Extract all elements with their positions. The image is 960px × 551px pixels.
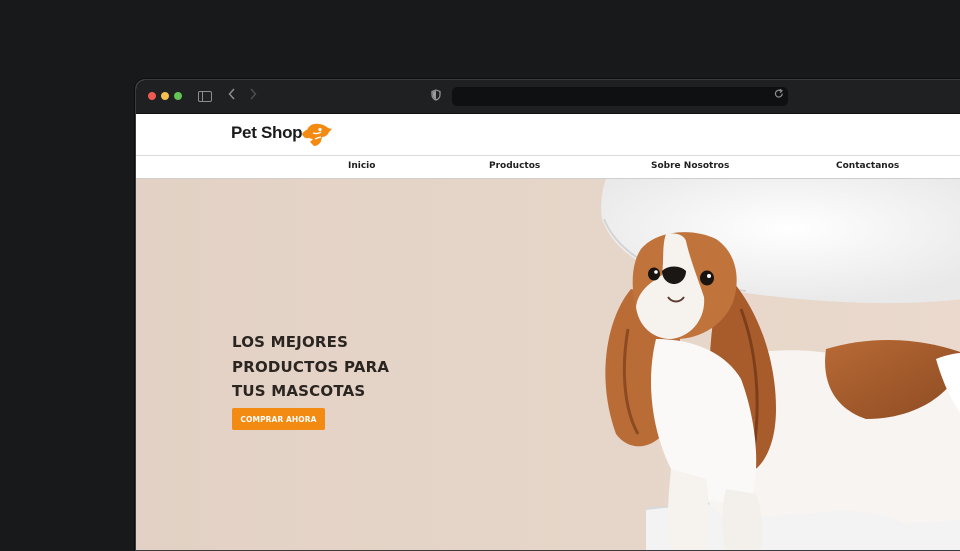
shield-icon[interactable]: [431, 89, 441, 106]
site-header: Pet Shop: [136, 114, 960, 156]
minimize-window-button[interactable]: [161, 92, 169, 100]
reload-icon[interactable]: [774, 88, 784, 103]
nav-item-contactanos[interactable]: Contactanos: [836, 161, 899, 171]
buy-now-button[interactable]: COMPRAR AHORA: [232, 408, 325, 430]
nav-item-sobre-nosotros[interactable]: Sobre Nosotros: [651, 161, 729, 171]
address-bar[interactable]: [452, 87, 788, 106]
hero-title: LOS MEJORES PRODUCTOS PARA TUS MASCOTAS: [232, 330, 432, 404]
hero-dog-image: [601, 179, 960, 550]
sidebar-icon[interactable]: [198, 91, 212, 102]
dog-head-icon[interactable]: [301, 120, 333, 148]
maximize-window-button[interactable]: [174, 92, 182, 100]
back-arrow-icon[interactable]: [228, 88, 236, 105]
hero-title-line: LOS MEJORES: [232, 333, 349, 351]
nav-item-inicio[interactable]: Inicio: [348, 161, 375, 171]
forward-arrow-icon[interactable]: [249, 88, 257, 105]
browser-toolbar: [136, 80, 960, 114]
nav-item-productos[interactable]: Productos: [489, 161, 540, 171]
logo-text[interactable]: Pet Shop: [231, 123, 303, 143]
browser-window: Pet Shop Inicio Productos Sobre Nosotros…: [135, 79, 960, 551]
hero-banner: LOS MEJORES PRODUCTOS PARA TUS MASCOTAS …: [136, 179, 960, 550]
close-window-button[interactable]: [148, 92, 156, 100]
hero-title-line: PRODUCTOS PARA: [232, 357, 390, 376]
hero-title-line: TUS MASCOTAS: [232, 382, 366, 400]
main-nav: Inicio Productos Sobre Nosotros Contacta…: [136, 156, 960, 179]
